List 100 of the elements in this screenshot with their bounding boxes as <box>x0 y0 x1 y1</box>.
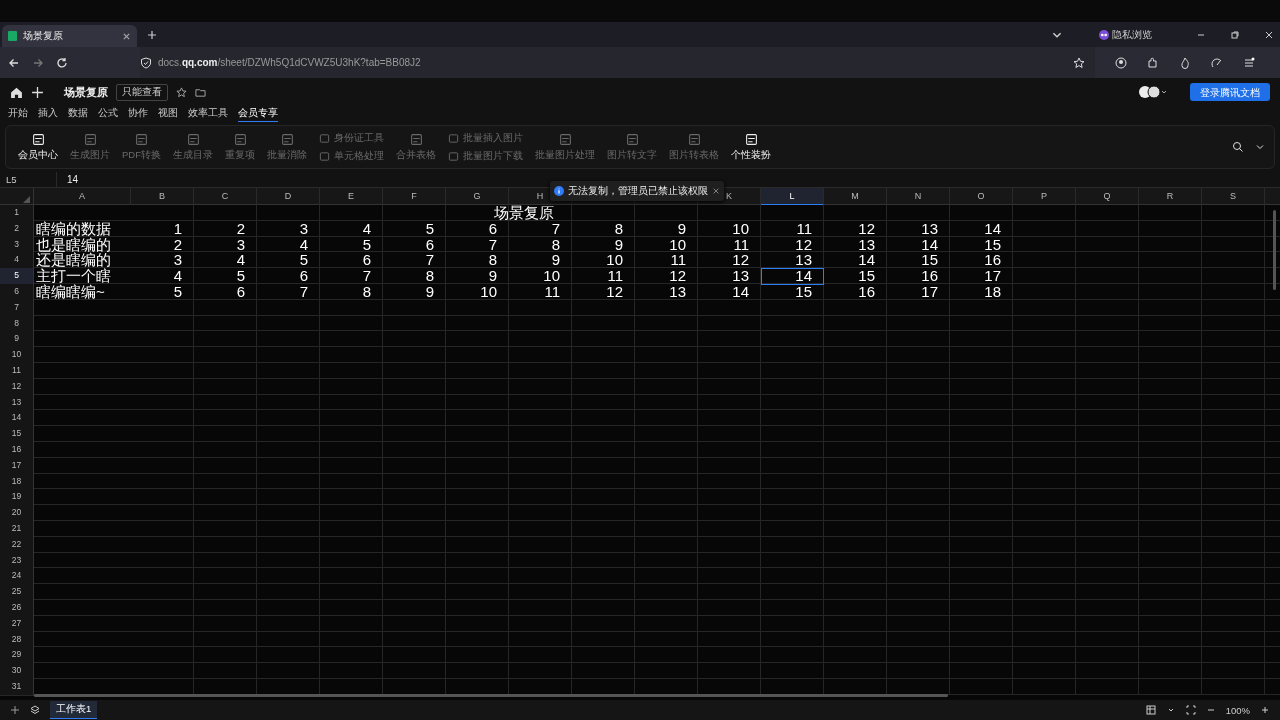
table-cell-text: 9 <box>613 236 624 254</box>
row-header[interactable]: 20 <box>0 505 34 522</box>
table-cell-text: 8 <box>361 284 372 301</box>
table-cell-text: 5 <box>172 284 183 301</box>
tool-icon <box>558 132 572 146</box>
menu-tab[interactable]: 数据 <box>68 106 88 121</box>
table-cell-text: 7 <box>361 268 372 285</box>
toolbar-button[interactable]: 会员中心 <box>14 132 62 162</box>
row-header[interactable]: 10 <box>0 347 34 364</box>
cell-name-field[interactable]: L5 <box>0 172 57 187</box>
table-cell-text: 瞎编的数据 <box>35 220 112 237</box>
table-cell-text: 1 <box>172 220 183 238</box>
account-icon[interactable] <box>1115 56 1127 69</box>
table-cell-text: 主打一个瞎 <box>35 268 112 285</box>
home-icon[interactable] <box>10 85 23 99</box>
browser-tab[interactable]: 场景复原 <box>2 25 137 47</box>
plus-icon[interactable] <box>147 29 157 40</box>
address-field[interactable]: docs.qq.com/sheet/DZWh5Q1dCVWZ5U3hK?tab=BB08J2 <box>158 57 421 68</box>
reload-icon[interactable] <box>56 56 68 69</box>
table-cell-text: 9 <box>487 268 498 285</box>
table-cell-text: 17 <box>983 268 1002 285</box>
login-button[interactable]: 登录腾讯文档 <box>1190 83 1270 101</box>
table-cell-text: 8 <box>424 268 435 285</box>
menu-tab[interactable]: 效率工具 <box>188 106 228 121</box>
table-cell-text: 4 <box>235 252 246 270</box>
zoom-in-icon[interactable] <box>1260 705 1270 715</box>
forward-icon[interactable] <box>32 56 44 69</box>
table-cell-text: 5 <box>424 220 435 238</box>
table-cell-text: 11 <box>543 284 561 301</box>
table-cell-text: 6 <box>298 268 309 285</box>
avatar-icon[interactable] <box>1138 85 1168 99</box>
table-cell-text: 6 <box>424 236 435 254</box>
close-icon[interactable] <box>712 187 720 195</box>
tool-icon <box>135 132 148 146</box>
tool-icon <box>687 132 701 146</box>
tool-icon <box>319 132 330 144</box>
close-icon[interactable] <box>122 31 131 41</box>
column-header[interactable]: L <box>761 188 824 206</box>
table-cell-text: 还是瞎编的 <box>35 252 112 269</box>
star-icon[interactable] <box>176 86 187 98</box>
menu-tab[interactable]: 公式 <box>98 106 118 121</box>
speed-icon[interactable] <box>1211 56 1223 69</box>
document-title: 场景复原 <box>64 84 108 100</box>
menu-tab[interactable]: 视图 <box>158 106 178 121</box>
tool-icon <box>319 150 330 162</box>
tool-icon <box>83 132 97 146</box>
scrollbar[interactable] <box>1273 210 1276 290</box>
table-cell-text: 16 <box>857 284 876 301</box>
table-cell-text: 18 <box>983 284 1002 301</box>
table-cell-text: 17 <box>920 284 939 301</box>
table-cell-text: 3 <box>298 220 309 238</box>
back-icon[interactable] <box>8 56 20 69</box>
table-cell-text: 15 <box>983 236 1002 254</box>
menu-tab[interactable]: 开始 <box>8 106 28 121</box>
table-cell-text: 15 <box>857 268 876 285</box>
table-cell-text: 12 <box>857 220 876 238</box>
close-icon[interactable] <box>1264 29 1274 40</box>
table-cell-text: 6 <box>361 252 372 270</box>
table-cell-text: 9 <box>424 284 435 301</box>
row-header[interactable]: 5 <box>0 268 34 285</box>
fullscreen-icon[interactable] <box>1185 705 1196 715</box>
table-cell-text: 12 <box>668 268 687 285</box>
folder-icon[interactable] <box>195 86 206 98</box>
menu-icon[interactable] <box>1243 56 1255 69</box>
shield-icon[interactable] <box>140 56 152 69</box>
table-cell-text: 6 <box>487 220 497 238</box>
formula-field[interactable]: 14 <box>57 172 79 187</box>
tool-icon <box>186 132 200 146</box>
table-cell-text: 8 <box>550 236 561 254</box>
grid-icon[interactable] <box>1145 705 1156 715</box>
table-cell-text: 5 <box>298 252 309 270</box>
table-cell-text: 5 <box>235 268 246 285</box>
table-cell-text: 7 <box>551 220 561 238</box>
table-cell-text: 10 <box>542 268 561 285</box>
table-cell-text: 8 <box>487 252 498 270</box>
table-cell-text: 瞎编瞎编~ <box>35 284 106 301</box>
row-header[interactable]: 15 <box>0 426 34 443</box>
search-icon[interactable] <box>1232 141 1244 153</box>
sheet-tab[interactable]: 工作表1 <box>50 701 98 719</box>
restore-icon[interactable] <box>1230 29 1240 40</box>
tool-icon <box>625 132 639 146</box>
layers-icon[interactable] <box>30 705 40 715</box>
table-cell-text: 13 <box>794 252 813 270</box>
table-cell-text: 9 <box>550 252 561 270</box>
row-header[interactable]: 25 <box>0 584 34 601</box>
table-cell-text: 14 <box>857 252 876 270</box>
table-cell-text: 13 <box>668 284 687 301</box>
table-cell-text: 10 <box>479 284 498 301</box>
table-cell-text: 7 <box>487 236 498 254</box>
menu-tab[interactable]: 协作 <box>128 106 148 121</box>
table-cell-text: 14 <box>731 284 750 301</box>
table-cell-text: 11 <box>606 268 624 285</box>
table-cell-text: 13 <box>731 268 750 285</box>
row-header[interactable]: 1 <box>0 205 34 222</box>
select-all-icon[interactable] <box>23 196 30 203</box>
menu-tab[interactable]: 插入 <box>38 106 58 121</box>
row-header[interactable]: 30 <box>0 663 34 680</box>
scrollbar[interactable] <box>34 694 948 697</box>
table-cell-text: 12 <box>605 284 624 301</box>
toolbar-button[interactable]: 个性装扮 <box>727 132 775 162</box>
